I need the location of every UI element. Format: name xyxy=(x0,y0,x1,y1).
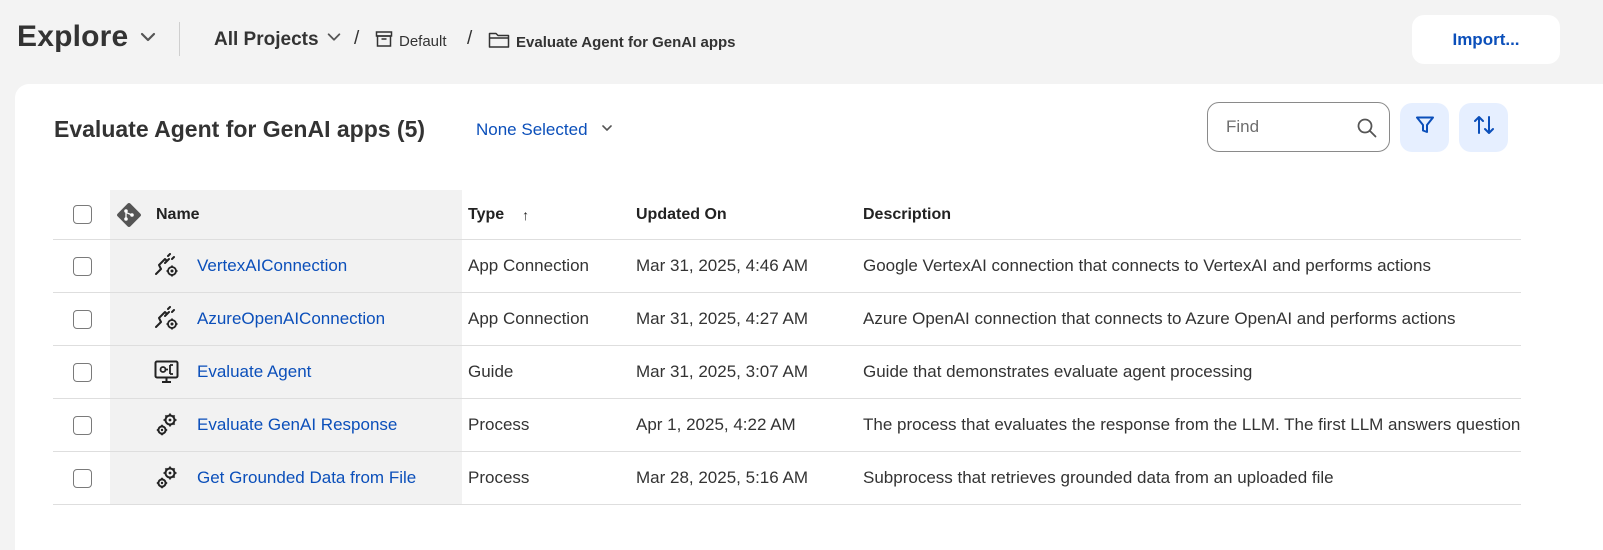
row-checkbox[interactable] xyxy=(73,362,92,382)
column-header-name[interactable]: Name xyxy=(156,190,356,239)
item-type: App Connection xyxy=(468,256,589,275)
selection-label: None Selected xyxy=(476,120,588,139)
item-description: The process that evaluates the response … xyxy=(863,415,1521,434)
chevron-down-icon xyxy=(600,120,614,140)
breadcrumb-default[interactable]: Default xyxy=(375,30,447,52)
column-header-description[interactable]: Description xyxy=(863,190,1521,239)
row-checkbox-cell xyxy=(73,293,103,345)
column-header-type[interactable]: Type ↑ xyxy=(468,190,628,239)
chevron-down-icon xyxy=(138,27,158,47)
sort-ascending-icon: ↑ xyxy=(522,206,530,223)
item-updated-on: Mar 31, 2025, 4:27 AM xyxy=(636,309,808,328)
column-header-type-label: Type xyxy=(468,205,505,223)
process-icon xyxy=(153,399,183,451)
row-checkbox-cell xyxy=(73,399,103,451)
breadcrumb-all-projects-label: All Projects xyxy=(214,29,319,50)
select-all-checkbox-cell xyxy=(73,190,103,239)
row-checkbox[interactable] xyxy=(73,468,92,488)
row-checkbox-cell xyxy=(73,452,103,504)
item-name-link[interactable]: Get Grounded Data from File xyxy=(197,452,457,504)
table-body: VertexAIConnection App Connection Mar 31… xyxy=(53,240,1521,505)
item-name-link[interactable]: VertexAIConnection xyxy=(197,240,457,292)
explore-menu[interactable]: Explore xyxy=(17,20,158,54)
filter-icon xyxy=(1414,114,1436,141)
item-description: Azure OpenAI connection that connects to… xyxy=(863,309,1456,328)
item-updated-on: Mar 31, 2025, 3:07 AM xyxy=(636,362,808,381)
filter-button[interactable] xyxy=(1400,103,1449,152)
table-header-row: Name Type ↑ Updated On Description xyxy=(53,190,1521,240)
table-row[interactable]: Evaluate GenAI Response Process Apr 1, 2… xyxy=(53,399,1521,452)
item-name-link[interactable]: Evaluate GenAI Response xyxy=(197,399,457,451)
breadcrumb-separator: / xyxy=(467,28,473,49)
explore-title: Explore xyxy=(17,20,129,53)
search-icon[interactable] xyxy=(1356,117,1378,144)
item-type: Guide xyxy=(468,362,514,381)
select-all-checkbox[interactable] xyxy=(73,205,92,224)
row-checkbox[interactable] xyxy=(73,256,92,276)
import-button[interactable]: Import... xyxy=(1412,15,1560,64)
app-connection-icon xyxy=(153,240,183,292)
breadcrumb-separator: / xyxy=(354,28,360,49)
item-type: Process xyxy=(468,415,530,434)
table-row[interactable]: Evaluate Agent Guide Mar 31, 2025, 3:07 … xyxy=(53,346,1521,399)
items-table: Name Type ↑ Updated On Description Verte… xyxy=(53,190,1521,505)
row-checkbox[interactable] xyxy=(73,415,92,435)
divider xyxy=(179,22,180,56)
selection-dropdown[interactable]: None Selected xyxy=(476,120,614,140)
item-description: Google VertexAI connection that connects… xyxy=(863,256,1431,275)
item-updated-on: Mar 28, 2025, 5:16 AM xyxy=(636,468,808,487)
breadcrumb-all-projects[interactable]: All Projects xyxy=(214,28,343,52)
find-box xyxy=(1207,102,1390,152)
process-icon xyxy=(153,452,183,504)
sort-arrows-icon xyxy=(1472,113,1496,142)
item-description: Subprocess that retrieves grounded data … xyxy=(863,468,1334,487)
item-type: App Connection xyxy=(468,309,589,328)
item-description: Guide that demonstrates evaluate agent p… xyxy=(863,362,1253,381)
item-name-link[interactable]: AzureOpenAIConnection xyxy=(197,293,457,345)
guide-icon xyxy=(153,346,183,398)
breadcrumb-current-label: Evaluate Agent for GenAI apps xyxy=(516,33,736,51)
item-updated-on: Apr 1, 2025, 4:22 AM xyxy=(636,415,796,434)
row-checkbox-cell xyxy=(73,240,103,292)
folder-icon xyxy=(488,31,510,53)
breadcrumb-default-label: Default xyxy=(399,32,447,50)
chevron-down-icon xyxy=(325,28,343,52)
row-checkbox[interactable] xyxy=(73,309,92,329)
app-connection-icon xyxy=(153,293,183,345)
table-row[interactable]: Get Grounded Data from File Process Mar … xyxy=(53,452,1521,505)
table-row[interactable]: AzureOpenAIConnection App Connection Mar… xyxy=(53,293,1521,346)
breadcrumb-current: Evaluate Agent for GenAI apps xyxy=(488,31,736,53)
table-row[interactable]: VertexAIConnection App Connection Mar 31… xyxy=(53,240,1521,293)
row-checkbox-cell xyxy=(73,346,103,398)
archive-box-icon xyxy=(375,30,393,52)
find-input[interactable] xyxy=(1226,117,1346,137)
top-bar: Explore All Projects / Default / Evaluat… xyxy=(0,0,1603,84)
item-name-link[interactable]: Evaluate Agent xyxy=(197,346,457,398)
content-panel: Evaluate Agent for GenAI apps (5) None S… xyxy=(15,84,1603,550)
page-title: Evaluate Agent for GenAI apps (5) xyxy=(54,116,426,142)
sort-button[interactable] xyxy=(1459,103,1508,152)
column-header-updated[interactable]: Updated On xyxy=(636,190,856,239)
item-updated-on: Mar 31, 2025, 4:46 AM xyxy=(636,256,808,275)
git-icon xyxy=(116,190,146,239)
item-type: Process xyxy=(468,468,530,487)
